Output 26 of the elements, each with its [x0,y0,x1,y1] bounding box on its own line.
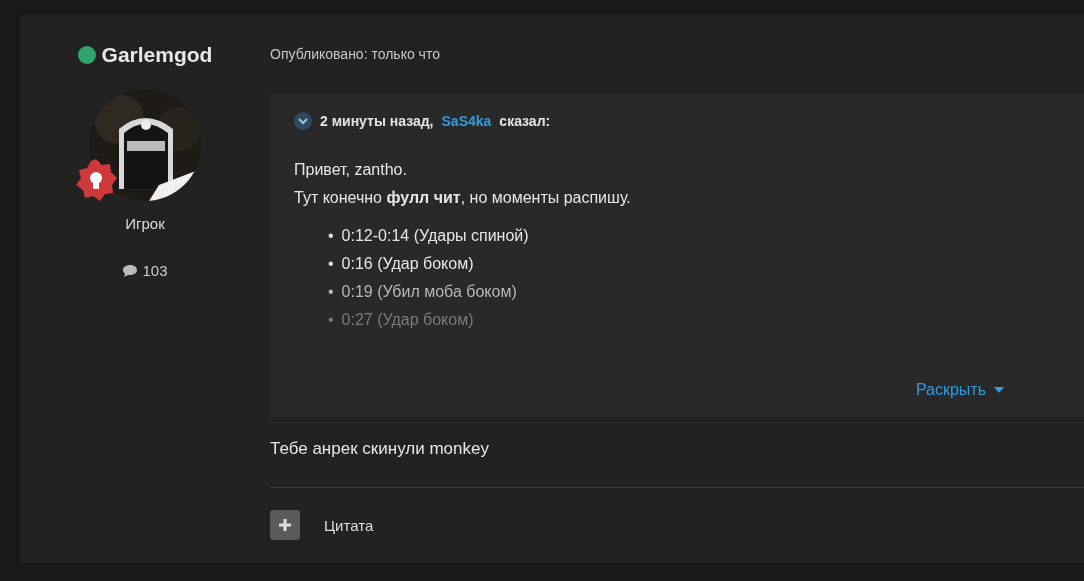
caret-down-icon [994,387,1004,393]
quoted-user-link[interactable]: SaS4ka [441,113,492,129]
expand-link[interactable]: Раскрыть [915,381,1004,399]
quote-paragraph: Привет, zantho. [294,160,408,180]
quote-said: сказал: [499,113,551,129]
plus-icon [279,519,291,531]
published-time: Опубликовано: только что [270,46,441,62]
bullet: • [328,226,334,246]
quote-list-item: 0:16 (Удар боком) [341,254,474,274]
quote-time: 2 минуты назад, [320,113,434,129]
speech-bubble-icon [122,263,139,278]
lightbulb-badge-icon [73,157,119,203]
post-count: 103 [142,262,168,279]
bullet: • [328,310,334,330]
bullet: • [328,282,334,302]
quote-list-item: 0:19 (Убил моба боком) [341,282,517,302]
quote-paragraph: Тут конечно фулл чит, но моменты распишу. [294,188,632,208]
plus-button[interactable] [270,510,300,540]
chevron-down-icon[interactable] [294,112,312,130]
bullet: • [328,254,334,274]
quote-list-item: 0:27 (Удар боком) [341,310,474,330]
post-text: Тебе анрек скинули monkey [270,439,490,459]
author-name[interactable]: Garlemgod [101,43,213,67]
quote-list-item: 0:12-0:14 (Удары спиной) [341,226,529,246]
quote-action-link[interactable]: Цитата [324,516,374,534]
user-rank: Игрок [125,215,165,232]
